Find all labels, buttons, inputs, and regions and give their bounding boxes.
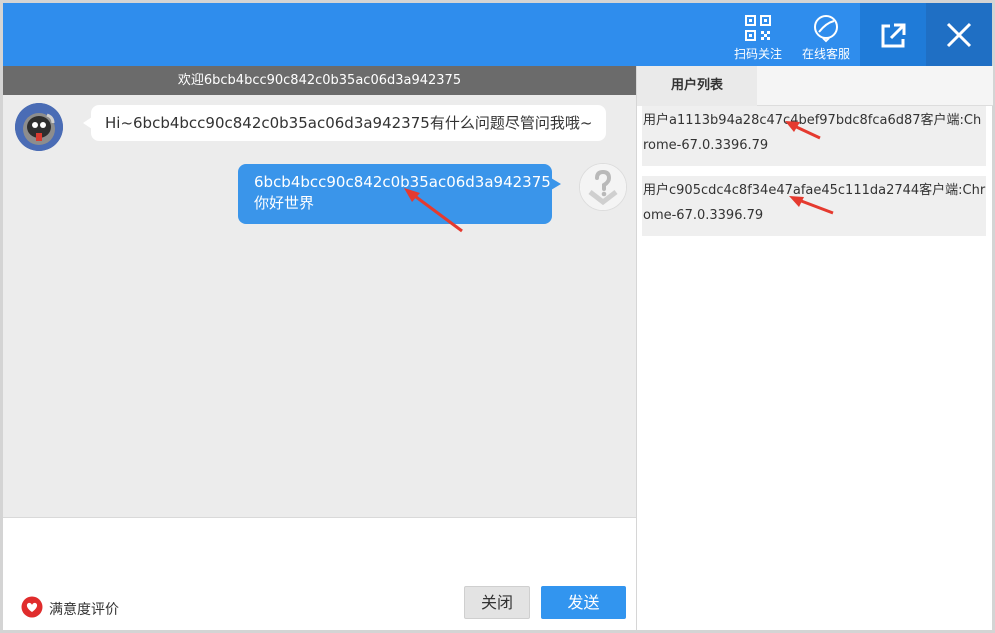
- heart-icon: [21, 596, 43, 622]
- qr-follow-label: 扫码关注: [733, 47, 782, 61]
- customer-service-icon: [811, 13, 841, 47]
- satisfaction-rating-link[interactable]: 满意度评价: [21, 596, 119, 622]
- header-bar: 扫码关注 在线客服: [3, 3, 992, 66]
- user-list-item[interactable]: 用户c905cdc4c8f34e47afae45c111da2744客户端:Ch…: [642, 176, 986, 236]
- popout-button[interactable]: [860, 3, 926, 66]
- tab-user-list[interactable]: 用户列表: [637, 66, 757, 106]
- online-service-button[interactable]: 在线客服: [793, 3, 859, 66]
- qr-follow-button[interactable]: 扫码关注: [727, 3, 789, 66]
- welcome-bar: 欢迎6bcb4bcc90c842c0b35ac06d3a942375: [3, 66, 636, 95]
- message-input-area[interactable]: 满意度评价 关闭 发送: [3, 517, 636, 630]
- user-message: 6bcb4bcc90c842c0b35ac06d3a942375 你好世界: [238, 164, 561, 224]
- close-window-button[interactable]: [926, 3, 992, 66]
- agent-message: Hi~6bcb4bcc90c842c0b35ac06d3a942375有什么问题…: [82, 105, 607, 141]
- close-chat-button[interactable]: 关闭: [464, 586, 530, 619]
- send-button[interactable]: 发送: [541, 586, 626, 619]
- user-list-panel: 用户列表 用户a1113b94a28c47c4bef97bdc8fca6d87客…: [636, 66, 993, 630]
- user-list-tabbar: 用户列表: [637, 66, 993, 106]
- satisfaction-rating-label: 满意度评价: [49, 602, 119, 618]
- user-avatar: [579, 163, 627, 211]
- message-list: Hi~6bcb4bcc90c842c0b35ac06d3a942375有什么问题…: [3, 95, 636, 517]
- user-message-line: 6bcb4bcc90c842c0b35ac06d3a942375: [254, 173, 551, 191]
- agent-avatar: [15, 103, 63, 151]
- qr-code-icon: [743, 13, 773, 47]
- close-icon: [945, 21, 973, 53]
- user-list-item[interactable]: 用户a1113b94a28c47c4bef97bdc8fca6d87客户端:Ch…: [642, 106, 986, 166]
- online-service-label: 在线客服: [801, 47, 850, 61]
- user-message-line: 你好世界: [254, 194, 315, 212]
- popout-icon: [877, 20, 909, 56]
